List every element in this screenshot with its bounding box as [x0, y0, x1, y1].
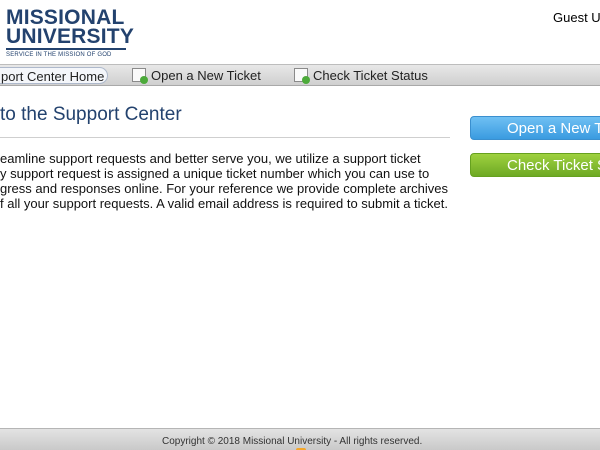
- logo-line-university: UNIVERSITY: [6, 25, 135, 48]
- university-logo[interactable]: MISSIONAL UNIVERSITY SERVICE IN THE MISS…: [6, 7, 135, 58]
- add-badge-icon: [140, 76, 148, 84]
- nav-new-ticket-label: Open a New Ticket: [151, 68, 261, 83]
- footer: Copyright © 2018 Missional University - …: [0, 428, 600, 450]
- page-title: to the Support Center: [0, 104, 182, 125]
- intro-line: f all your support requests. A valid ema…: [0, 196, 448, 211]
- nav-check-ticket-status[interactable]: Check Ticket Status: [294, 67, 428, 84]
- check-ticket-status-button[interactable]: Check Ticket S: [470, 153, 600, 177]
- nav-open-new-ticket[interactable]: Open a New Ticket: [132, 67, 261, 84]
- check-badge-icon: [302, 76, 310, 84]
- open-new-ticket-button[interactable]: Open a New T: [470, 116, 600, 140]
- nav-check-status-label: Check Ticket Status: [313, 68, 428, 83]
- header: MISSIONAL UNIVERSITY SERVICE IN THE MISS…: [0, 0, 600, 64]
- nav-home-label: port Center Home: [1, 69, 105, 84]
- logo-tagline: SERVICE IN THE MISSION OF GOD: [6, 52, 112, 58]
- title-divider: [0, 137, 450, 138]
- main-nav: port Center Home Open a New Ticket Check…: [0, 64, 600, 86]
- user-greeting: Guest U: [553, 10, 600, 25]
- check-ticket-status-label: Check Ticket S: [507, 157, 600, 174]
- copyright-text: Copyright © 2018 Missional University - …: [162, 436, 423, 447]
- nav-support-center-home[interactable]: port Center Home: [0, 67, 108, 84]
- logo-rule: [6, 48, 126, 50]
- open-new-ticket-label: Open a New T: [507, 120, 600, 137]
- intro-line: eamline support requests and better serv…: [0, 151, 421, 166]
- intro-line: gress and responses online. For your ref…: [0, 181, 449, 196]
- check-status-icon: [294, 68, 310, 84]
- new-ticket-icon: [132, 68, 148, 84]
- intro-text: eamline support requests and better serv…: [0, 151, 456, 211]
- intro-line: y support request is assigned a unique t…: [0, 166, 430, 181]
